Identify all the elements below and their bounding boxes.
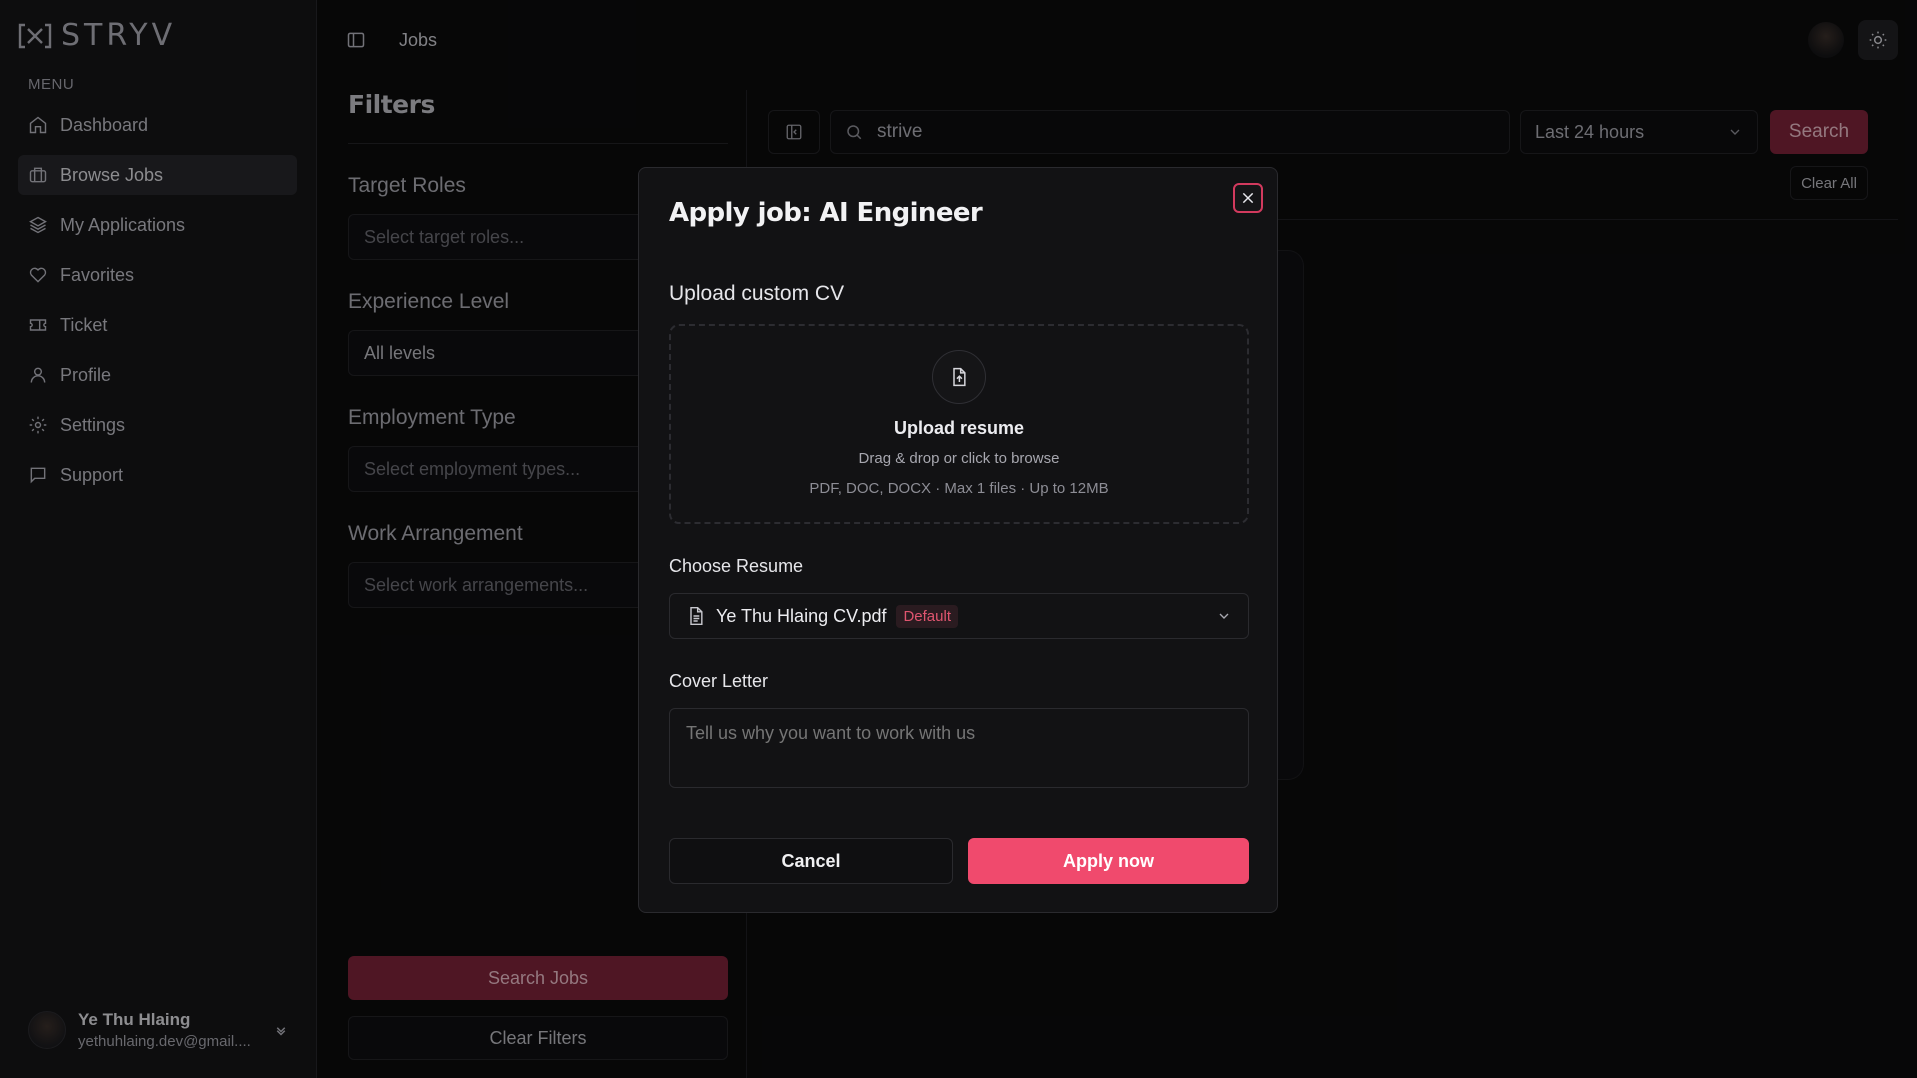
upload-constraints: PDF, DOC, DOCX · Max 1 files · Up to 12M… <box>809 480 1109 497</box>
status-badge: Default <box>896 604 958 628</box>
cover-letter-label: Cover Letter <box>669 671 769 691</box>
resume-dropzone[interactable]: Upload resume Drag & drop or click to br… <box>669 324 1249 524</box>
modal-title: Apply job: AI Engineer <box>669 198 983 228</box>
apply-job-modal: Apply job: AI Engineer Upload custom CV … <box>638 167 1278 913</box>
cancel-button[interactable]: Cancel <box>669 838 953 884</box>
resume-select[interactable]: Ye Thu Hlaing CV.pdf Default <box>669 593 1249 639</box>
chevron-down-icon <box>1219 613 1229 619</box>
cover-letter-input[interactable] <box>669 708 1249 788</box>
file-text-icon <box>690 606 703 626</box>
apply-now-button[interactable]: Apply now <box>968 838 1249 884</box>
file-upload-icon <box>953 367 966 387</box>
upload-cv-heading: Upload custom CV <box>669 282 845 305</box>
upload-icon-wrap <box>932 350 986 404</box>
choose-resume-label: Choose Resume <box>669 556 804 576</box>
upload-title: Upload resume <box>893 418 1025 438</box>
close-button[interactable] <box>1233 183 1263 213</box>
close-icon <box>1242 192 1254 204</box>
resume-name: Ye Thu Hlaing CV.pdf <box>716 605 887 626</box>
upload-subtitle: Drag & drop or click to browse <box>858 450 1060 467</box>
app-root: STRYV MENU Dashboard Browse Jobs My Appl… <box>0 0 1917 1078</box>
